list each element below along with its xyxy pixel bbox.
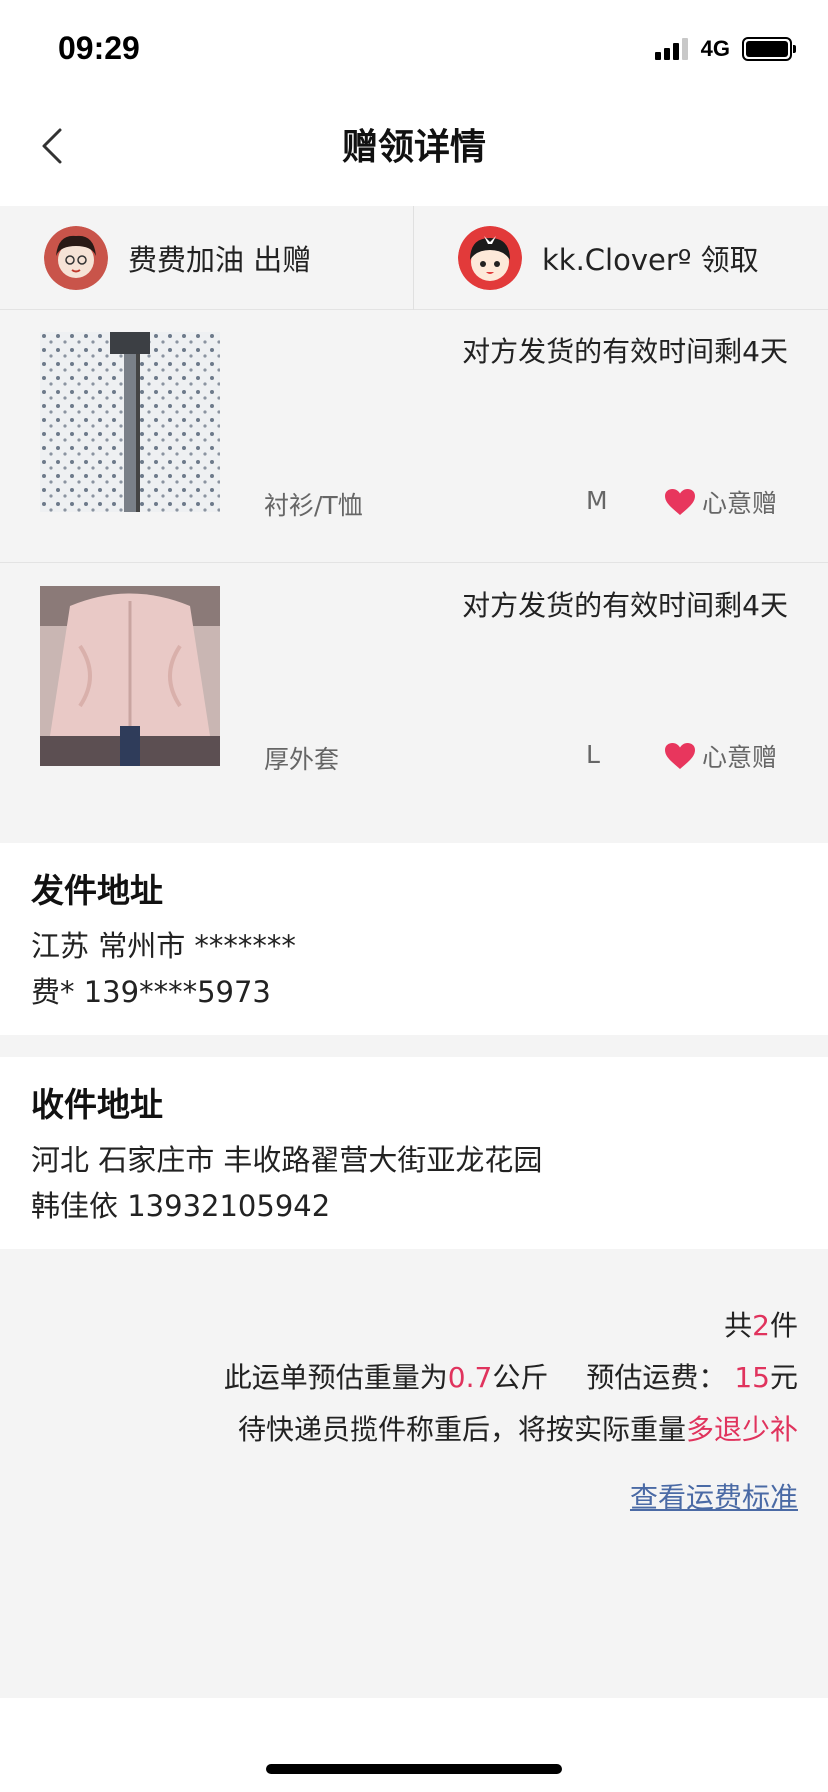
receiver-address: 河北 石家庄市 丰收路翟营大街亚龙花园 [31,1142,543,1177]
item-category: 厚外套 [264,745,340,774]
fee-unit: 元 [769,1361,798,1394]
parties-bar: 费费加油 出赠 kk.Cloverº 领取 [0,206,828,310]
network-label: 4G [700,36,730,61]
heart-icon [665,489,695,515]
item-size: M [586,486,608,515]
receiver-profile[interactable]: kk.Cloverº 领取 [458,206,759,310]
battery-icon [742,37,796,61]
gift-item[interactable]: 对方发货的有效时间剩4天 厚外套 L 心意赠 [0,564,828,817]
item-count: 共2件 [724,1304,798,1344]
receiver-avatar [458,226,522,290]
sender-contact: 费* 139****5973 [31,974,271,1009]
receiver-title: 收件地址 [31,1085,163,1124]
item-tag-label: 心意赠 [702,743,778,772]
note-prefix: 待快递员揽件称重后，将按实际重量 [237,1413,686,1446]
weight-fee-line: 此运单预估重量为0.7公斤 预估运费： 15元 [224,1356,798,1396]
ship-time-remaining: 对方发货的有效时间剩4天 [462,335,788,368]
receiver-name: kk.Cloverº 领取 [542,243,759,277]
giver-name: 费费加油 出赠 [128,243,312,277]
fee-standard-link[interactable]: 查看运费标准 [630,1476,798,1516]
weight-unit: 公斤 [492,1361,549,1394]
item-size: L [586,740,600,769]
receiver-address-card: 收件地址 河北 石家庄市 丰收路翟营大街亚龙花园 韩佳依 13932105942 [0,1057,828,1249]
item-photo [40,332,220,512]
home-indicator[interactable] [266,1764,562,1774]
weighing-note: 待快递员揽件称重后，将按实际重量多退少补 [238,1408,798,1448]
weight-prefix: 此运单预估重量为 [223,1361,448,1394]
status-indicators: 4G [654,36,796,62]
bottom-safe-area [0,1698,828,1792]
receiver-contact: 韩佳依 13932105942 [31,1188,331,1223]
item-photo [40,586,220,766]
party-divider [413,206,414,310]
gift-item[interactable]: 对方发货的有效时间剩4天 衬衫/T恤 M 心意赠 [0,310,828,563]
note-highlight: 多退少补 [685,1413,798,1446]
status-bar: 09:29 4G [0,0,828,96]
count-value: 2 [752,1309,770,1342]
fee-value: 15 [734,1361,770,1394]
count-suffix: 件 [769,1309,798,1342]
sender-region: 江苏 常州市 ******* [31,928,296,963]
page-title: 赠领详情 [341,127,486,168]
fee-prefix: 预估运费： [586,1361,727,1394]
nav-bar: 赠领详情 [0,96,828,206]
ship-time-remaining: 对方发货的有效时间剩4天 [462,589,788,622]
sender-title: 发件地址 [31,871,163,910]
giver-profile[interactable]: 费费加油 出赠 [44,206,311,310]
sender-address-card: 发件地址 江苏 常州市 ******* 费* 139****5973 [0,843,828,1035]
status-time: 09:29 [58,30,140,66]
item-tag: 心意赠 [664,484,777,520]
item-category: 衬衫/T恤 [264,491,363,520]
giver-avatar [44,226,108,290]
count-prefix: 共 [724,1309,753,1342]
signal-icon [654,38,691,60]
item-tag: 心意赠 [664,738,777,774]
weight-value: 0.7 [447,1361,493,1394]
heart-icon [665,743,695,769]
item-tag-label: 心意赠 [702,489,778,518]
